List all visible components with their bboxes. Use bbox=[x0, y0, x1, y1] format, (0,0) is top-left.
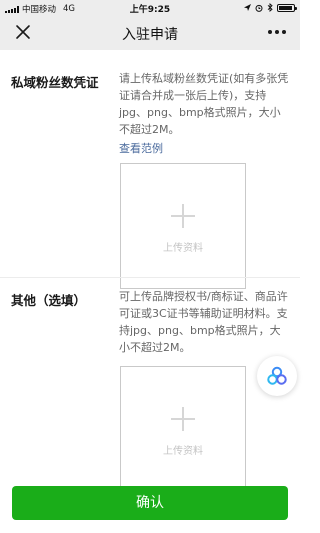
status-bar: 中国移动 4G 上午9:25 bbox=[0, 0, 300, 16]
section-fan-proof: 私域粉丝数凭证 请上传私域粉丝数凭证(如有多张凭证请合并成一张后上传)，支持jp… bbox=[0, 50, 300, 289]
more-icon[interactable] bbox=[266, 24, 288, 40]
section-other-label: 其他（选填） bbox=[11, 293, 87, 308]
bluetooth-icon bbox=[267, 3, 273, 12]
view-example-link[interactable]: 查看范例 bbox=[119, 140, 163, 156]
section-other: 其他（选填） 可上传品牌授权书/商标证、商品许可证或3C证书等辅助证明材料。支持… bbox=[0, 278, 300, 492]
battery-icon bbox=[277, 3, 297, 12]
close-icon[interactable] bbox=[14, 22, 32, 42]
page-title: 入驻申请 bbox=[122, 27, 178, 43]
location-icon bbox=[244, 3, 251, 11]
section-fan-proof-desc: 请上传私域粉丝数凭证(如有多张凭证请合并成一张后上传)，支持jpg、png、bm… bbox=[119, 72, 289, 136]
upload-fan-proof[interactable]: 上传资料 bbox=[120, 163, 246, 289]
upload-other[interactable]: 上传资料 bbox=[120, 366, 246, 492]
upload-label: 上传资料 bbox=[163, 243, 203, 254]
plus-icon bbox=[171, 407, 195, 431]
floating-assistant-button[interactable] bbox=[257, 356, 297, 396]
status-right bbox=[244, 3, 297, 12]
battery-fill bbox=[279, 5, 292, 10]
section-fan-proof-label: 私域粉丝数凭证 bbox=[11, 75, 99, 90]
nav-bar: 入驻申请 bbox=[0, 16, 300, 50]
upload-label: 上传资料 bbox=[163, 446, 203, 457]
plus-icon bbox=[171, 204, 195, 228]
section-other-desc: 可上传品牌授权书/商标证、商品许可证或3C证书等辅助证明材料。支持jpg、png… bbox=[119, 290, 288, 354]
alarm-icon bbox=[255, 4, 263, 12]
confirm-button[interactable]: 确认 bbox=[12, 486, 288, 520]
cloud-logo-icon bbox=[267, 366, 287, 385]
